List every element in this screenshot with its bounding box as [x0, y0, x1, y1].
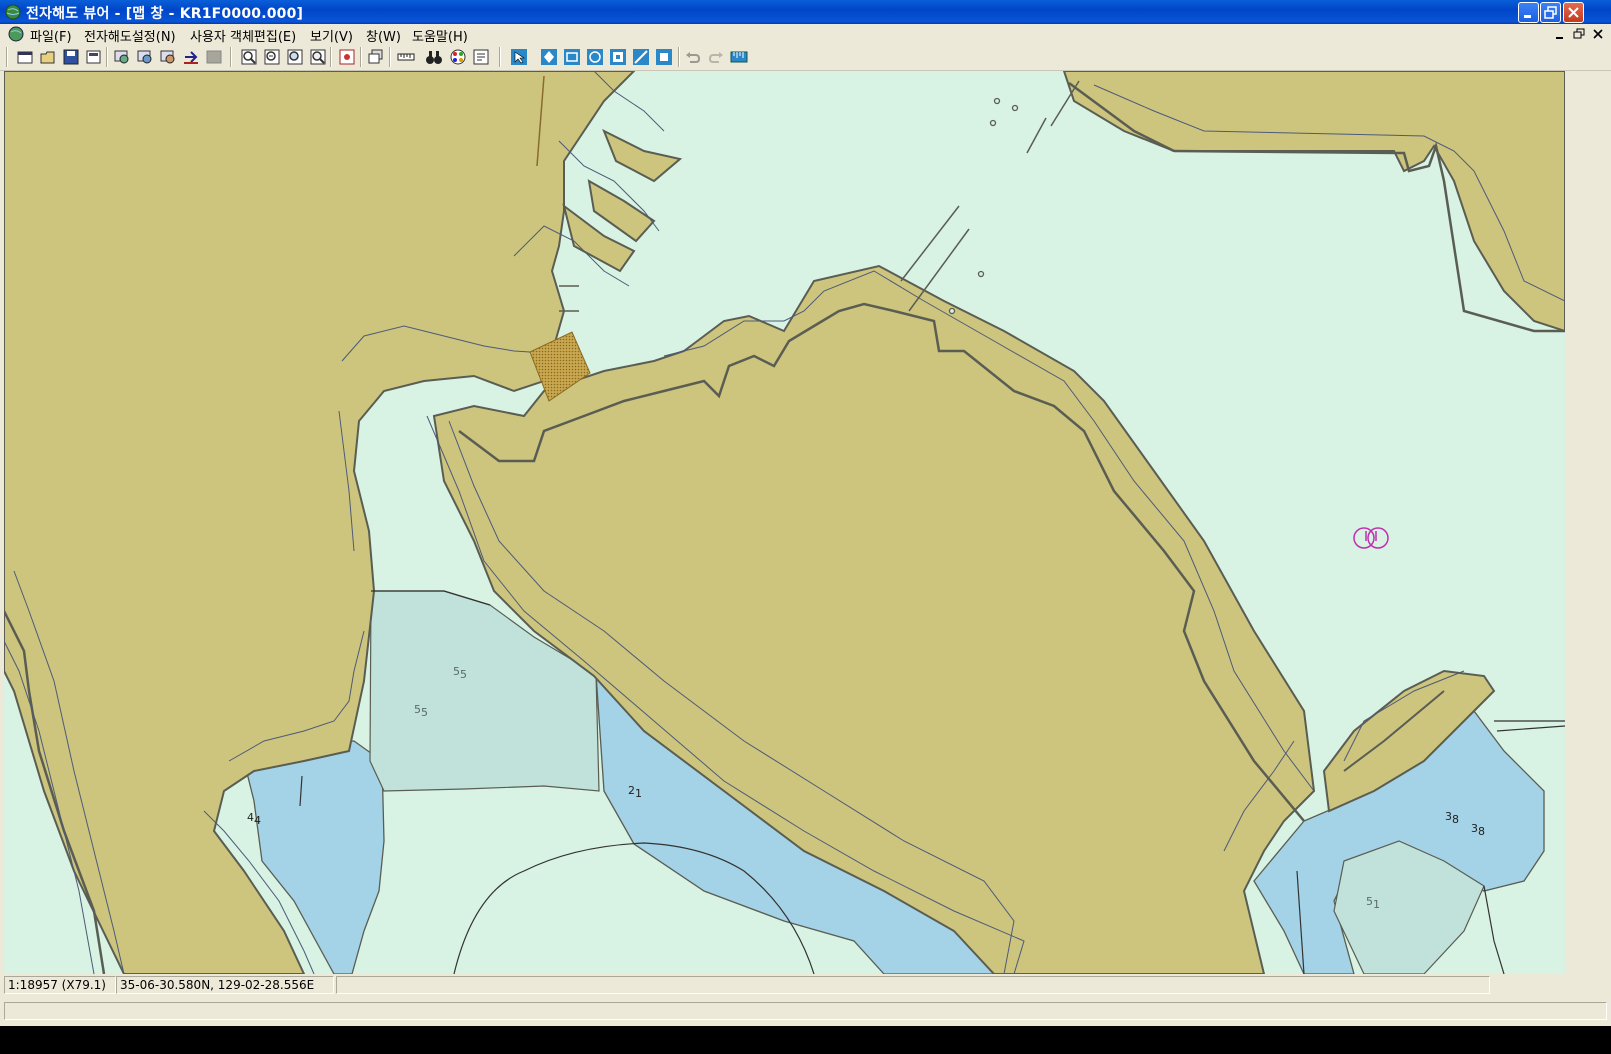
zoom-in-icon[interactable]: [240, 48, 258, 66]
depth-label-44: 44: [247, 811, 261, 827]
binoculars-icon[interactable]: [425, 48, 443, 66]
mdi-restore-icon[interactable]: [1572, 27, 1586, 41]
circle-icon[interactable]: [586, 48, 604, 66]
text-icon[interactable]: [609, 48, 627, 66]
undo-icon[interactable]: [684, 48, 702, 66]
menu-view[interactable]: 보기(V): [310, 26, 353, 45]
toolbar-separator: [360, 47, 362, 67]
document-globe-icon[interactable]: [8, 26, 24, 42]
line-icon[interactable]: [632, 48, 650, 66]
chart-map-svg[interactable]: 55 55 21 44 38 38 51: [4, 71, 1565, 974]
coordinate-readout: 35-06-30.580N, 129-02-28.556E: [116, 976, 334, 994]
land-northeast[interactable]: [1062, 71, 1565, 333]
restore-icon: [1544, 6, 1557, 19]
mdi-minimize-icon[interactable]: [1553, 27, 1567, 41]
toolbar-separator: [389, 47, 391, 67]
restore-button[interactable]: [1540, 2, 1561, 23]
close-icon: [1568, 7, 1579, 18]
menu-help[interactable]: 도움말(H): [412, 26, 468, 45]
toolbar-separator: [499, 47, 501, 67]
redo-icon[interactable]: [707, 48, 725, 66]
ruler-icon[interactable]: [397, 48, 415, 66]
bottom-panel: [0, 996, 1611, 1026]
object-info-icon[interactable]: [472, 48, 490, 66]
land-pier-1[interactable]: [602, 128, 683, 183]
minimize-icon: [1524, 15, 1531, 18]
right-frame: [1565, 71, 1611, 974]
menu-file[interactable]: 파일(F): [30, 26, 72, 45]
window-title: 전자해도 뷰어 - [맵 창 - KR1F0000.000]: [26, 6, 304, 22]
fill-icon[interactable]: [655, 48, 673, 66]
toolbar-separator: [330, 47, 332, 67]
import-icon[interactable]: [182, 48, 200, 66]
app-globe-icon: [5, 4, 21, 20]
toolbar: [0, 44, 1611, 71]
scale-readout: 1:18957 (X79.1): [4, 976, 116, 994]
close-button[interactable]: [1563, 2, 1584, 23]
rect-icon[interactable]: [563, 48, 581, 66]
menu-window[interactable]: 창(W): [366, 26, 401, 45]
mooring-symbol-icon[interactable]: [1353, 527, 1389, 549]
window-title-bar[interactable]: 전자해도 뷰어 - [맵 창 - KR1F0000.000]: [0, 0, 1611, 24]
open-folder-icon[interactable]: [39, 48, 57, 66]
measure-icon[interactable]: [730, 48, 748, 66]
layer-3-icon[interactable]: [159, 48, 177, 66]
mdi-close-icon[interactable]: [1591, 27, 1605, 41]
menu-bar: 파일(F) 전자해도설정(N) 사용자 객체편집(E) 보기(V) 창(W) 도…: [0, 24, 1611, 45]
pan-icon[interactable]: [540, 48, 558, 66]
minimize-button[interactable]: [1518, 2, 1539, 23]
save-as-icon[interactable]: [85, 48, 103, 66]
status-bar: 1:18957 (X79.1) 35-06-30.580N, 129-02-28…: [0, 974, 1611, 996]
toolbar-separator: [106, 47, 108, 67]
menu-user-object-edit[interactable]: 사용자 객체편집(E): [190, 26, 296, 45]
screen-bottom-edge: [0, 1026, 1611, 1054]
zoom-fit-icon[interactable]: [309, 48, 327, 66]
chart-info-icon[interactable]: [338, 48, 356, 66]
chart-map-canvas[interactable]: 55 55 21 44 38 38 51: [4, 71, 1565, 974]
palette-icon[interactable]: [449, 48, 467, 66]
bottom-panel-field: [4, 1002, 1607, 1020]
layer-1-icon[interactable]: [113, 48, 131, 66]
toolbar-separator: [6, 47, 8, 67]
select-arrow-icon[interactable]: [510, 48, 528, 66]
save-icon[interactable]: [62, 48, 80, 66]
grey-block-icon[interactable]: [205, 48, 223, 66]
toolbar-separator: [678, 47, 680, 67]
status-message: [336, 976, 1490, 994]
zoom-out-icon[interactable]: [263, 48, 281, 66]
new-chart-icon[interactable]: [16, 48, 34, 66]
menu-chart-settings[interactable]: 전자해도설정(N): [84, 26, 176, 45]
zoom-window-icon[interactable]: [286, 48, 304, 66]
toolbar-separator: [230, 47, 232, 67]
layer-2-icon[interactable]: [136, 48, 154, 66]
windows-icon[interactable]: [367, 48, 385, 66]
